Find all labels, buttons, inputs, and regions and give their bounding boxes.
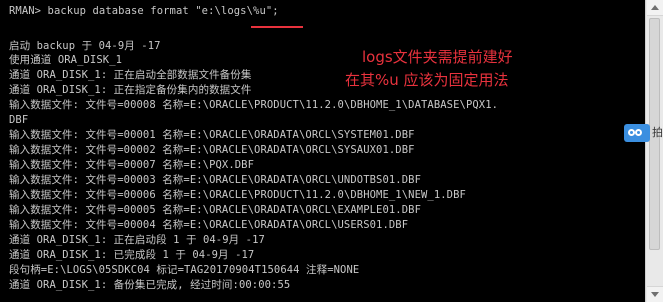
cloud-icon[interactable] [624, 124, 650, 142]
scroll-down-arrow-icon[interactable] [647, 286, 663, 302]
console-line: 通道 ORA_DISK_1: 正在启动段 1 于 04-9月 -17 [9, 234, 265, 246]
console-line: 输入数据文件: 文件号=00008 名称=E:\ORACLE\PRODUCT\1… [9, 99, 499, 111]
scroll-up-arrow-icon[interactable] [647, 0, 663, 16]
console-line: 通道 ORA_DISK_1: 正在指定备份集内的数据文件 [9, 84, 252, 96]
console-line: 输入数据文件: 文件号=00006 名称=E:\ORACLE\PRODUCT\1… [9, 189, 466, 201]
console-line: 输入数据文件: 文件号=00002 名称=E:\ORACLE\ORADATA\O… [9, 144, 415, 156]
annotation-note-2: 在其%u 应该为固定用法 [345, 71, 509, 89]
console-line: 通道 ORA_DISK_1: 已完成段 1 于 04-9月 -17 [9, 249, 255, 261]
console-window[interactable]: RMAN> backup database format "e:\logs\%u… [0, 0, 645, 302]
annotation-underline [251, 26, 303, 28]
console-line: 启动 backup 于 04-9月 -17 [9, 40, 161, 52]
vertical-scrollbar[interactable] [645, 0, 663, 302]
console-line: DBF [9, 114, 29, 126]
console-line: 输入数据文件: 文件号=00001 名称=E:\ORACLE\ORADATA\O… [9, 129, 415, 141]
console-line: 输入数据文件: 文件号=00007 名称=E:\PQX.DBF [9, 159, 255, 171]
console-line: RMAN> backup database format "e:\logs\%u… [9, 5, 279, 17]
console-line: 通道 ORA_DISK_1: 正在启动全部数据文件备份集 [9, 69, 252, 81]
annotation-note-1: logs文件夹需提前建好 [362, 48, 513, 66]
console-line: 输入数据文件: 文件号=00003 名称=E:\ORACLE\ORADATA\O… [9, 174, 421, 186]
console-line: 输入数据文件: 文件号=00005 名称=E:\ORACLE\ORADATA\O… [9, 204, 421, 216]
console-line: 输入数据文件: 文件号=00004 名称=E:\ORACLE\ORADATA\O… [9, 219, 409, 231]
side-widget-label[interactable]: 拍 [652, 126, 663, 140]
console-line: 通道 ORA_DISK_1: 备份集已完成, 经过时间:00:00:55 [9, 279, 291, 291]
console-line: 段句柄=E:\LOGS\05SDKC04 标记=TAG20170904T1506… [9, 264, 360, 276]
console-line: 使用通道 ORA_DISK_1 [9, 54, 123, 66]
